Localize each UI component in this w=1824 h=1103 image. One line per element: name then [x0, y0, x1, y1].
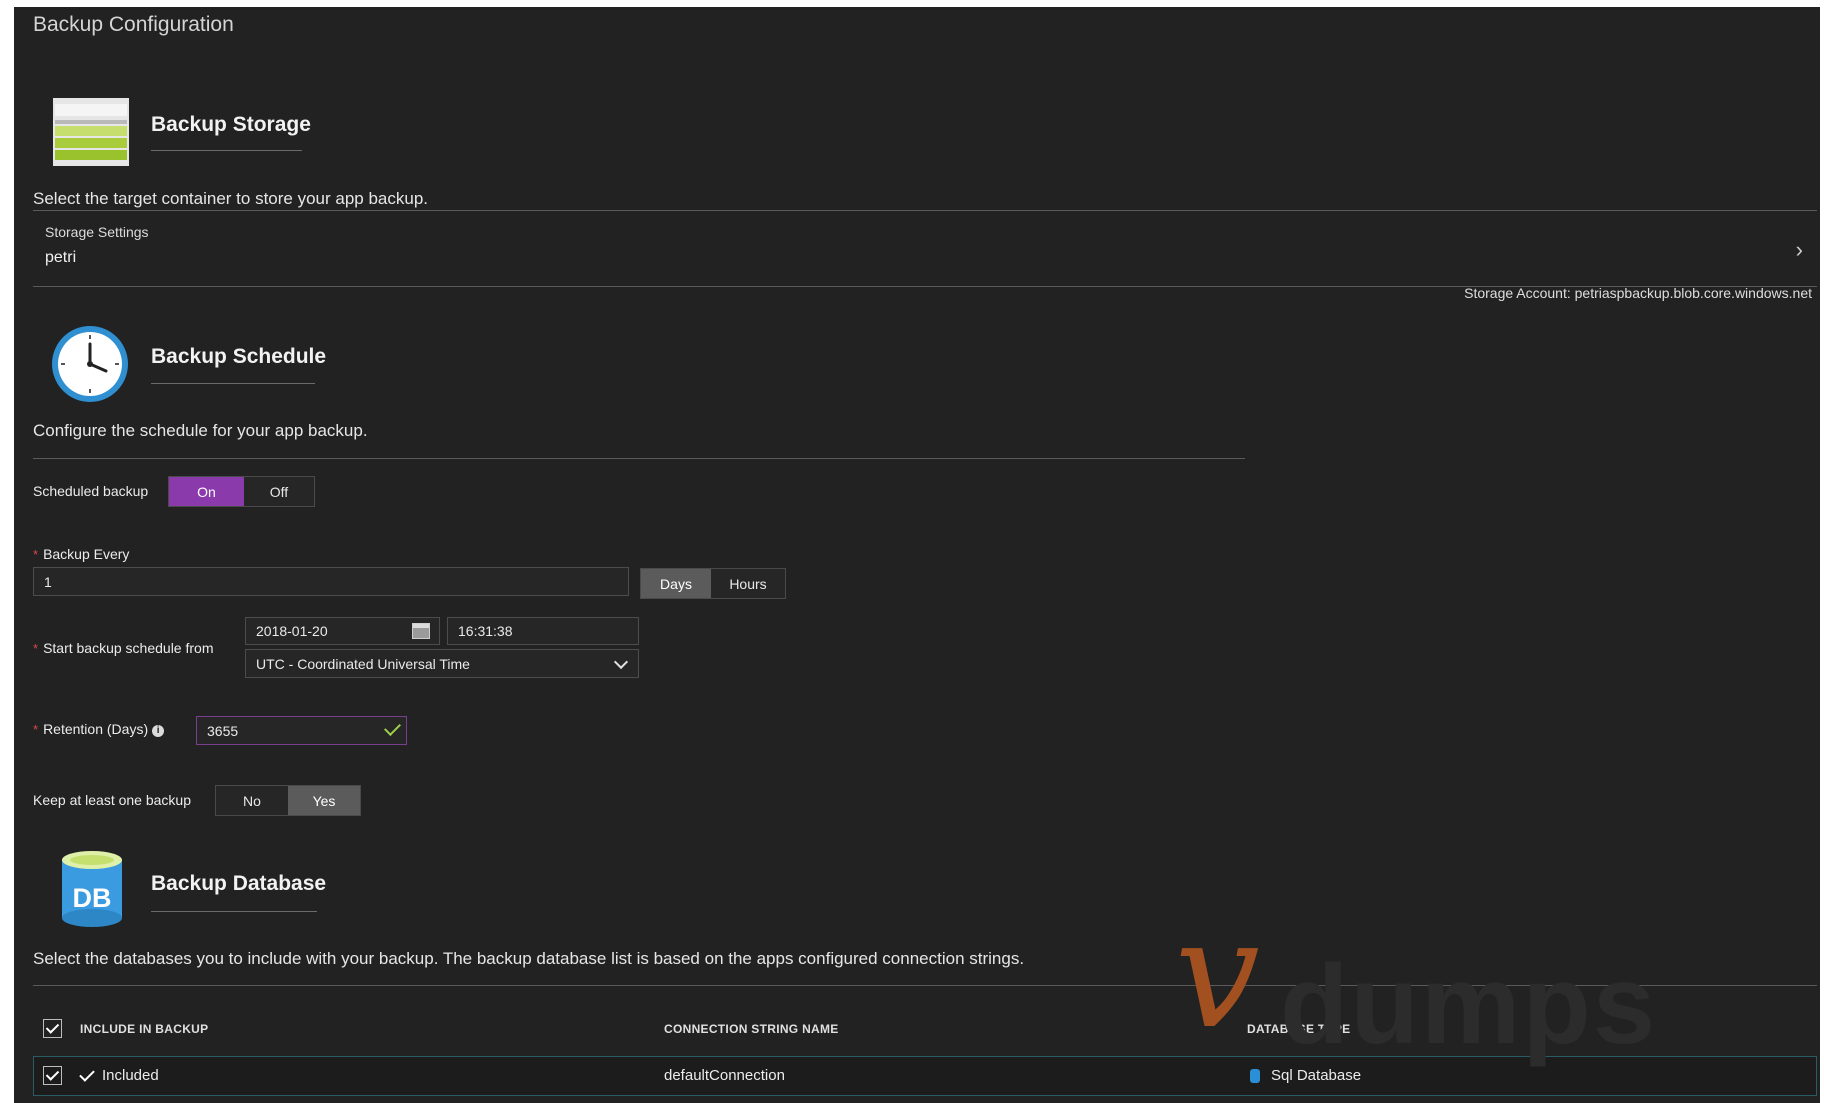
- schedule-divider: [33, 458, 1245, 459]
- unit-days-option[interactable]: Days: [641, 569, 711, 598]
- schedule-description: Configure the schedule for your app back…: [33, 421, 368, 440]
- chevron-right-icon[interactable]: ›: [1796, 237, 1803, 263]
- validation-checkmark-icon: [384, 719, 401, 736]
- database-icon: DB: [62, 850, 122, 928]
- row-database-type: Sql Database: [1271, 1067, 1362, 1084]
- database-title-underline: [151, 911, 317, 912]
- storage-title-underline: [151, 150, 302, 151]
- keep-one-backup-toggle: No Yes: [215, 785, 361, 816]
- storage-description: Select the target container to store you…: [33, 189, 429, 208]
- scheduled-off-option[interactable]: Off: [244, 477, 314, 506]
- retention-label-text: Retention (Days): [43, 721, 149, 737]
- database-icon-label: DB: [72, 883, 112, 913]
- row-connection-name: defaultConnection: [664, 1067, 785, 1084]
- keep-one-backup-label: Keep at least one backup: [33, 792, 192, 808]
- keep-no-option[interactable]: No: [216, 786, 288, 815]
- backup-every-label-text: Backup Every: [43, 546, 130, 562]
- calendar-icon[interactable]: [412, 623, 430, 639]
- watermark-logo-text: dumps: [1280, 942, 1658, 1067]
- database-section-title: Backup Database: [151, 872, 327, 895]
- scheduled-backup-label: Scheduled backup: [33, 483, 149, 499]
- included-checkmark-icon: [79, 1066, 95, 1082]
- backup-every-input[interactable]: 1: [33, 567, 629, 596]
- unit-hours-option[interactable]: Hours: [711, 569, 785, 598]
- storage-account-text: Storage Account: petriaspbackup.blob.cor…: [1464, 285, 1812, 301]
- backup-unit-toggle: Days Hours: [640, 568, 786, 599]
- watermark-logo-letter: v: [1175, 888, 1260, 1062]
- schedule-section-title: Backup Schedule: [151, 345, 327, 368]
- start-schedule-label: * Start backup schedule from: [33, 640, 214, 656]
- page-title: Backup Configuration: [33, 13, 234, 36]
- info-icon[interactable]: i: [152, 724, 165, 737]
- chevron-down-icon: [613, 654, 629, 670]
- retention-value: 3655: [207, 722, 239, 739]
- storage-settings-label: Storage Settings: [45, 224, 149, 240]
- screenshot-frame-top: [0, 0, 1824, 7]
- keep-yes-option[interactable]: Yes: [288, 786, 360, 815]
- scheduled-backup-toggle: On Off: [168, 476, 315, 507]
- database-description: Select the databases you to include with…: [33, 949, 1025, 968]
- backup-every-label: * Backup Every: [33, 546, 130, 562]
- storage-section-title: Backup Storage: [151, 113, 311, 136]
- sql-database-icon: [1250, 1069, 1260, 1083]
- column-connection-string: CONNECTION STRING NAME: [664, 1022, 839, 1036]
- storage-settings-row[interactable]: Storage Settings petri ›: [33, 211, 1817, 286]
- timezone-value: UTC - Coordinated Universal Time: [256, 655, 470, 672]
- start-date-value: 2018-01-20: [256, 623, 328, 639]
- start-date-input[interactable]: 2018-01-20: [245, 617, 440, 645]
- screenshot-frame-right: [1820, 0, 1824, 1103]
- backup-configuration-blade: [14, 7, 1820, 1103]
- start-time-input[interactable]: 16:31:38: [447, 617, 639, 645]
- retention-label: * Retention (Days) i: [33, 721, 165, 737]
- storage-settings-value: petri: [45, 249, 77, 266]
- screenshot-frame-left: [0, 0, 14, 1103]
- clock-icon: [50, 324, 130, 404]
- start-schedule-label-text: Start backup schedule from: [43, 640, 214, 656]
- scheduled-on-option[interactable]: On: [169, 477, 244, 506]
- column-include: INCLUDE IN BACKUP: [80, 1022, 209, 1036]
- row-included-status: Included: [102, 1067, 159, 1084]
- retention-input[interactable]: 3655: [196, 716, 407, 745]
- timezone-select[interactable]: UTC - Coordinated Universal Time: [245, 649, 639, 678]
- storage-icon: [53, 98, 129, 170]
- row-include-checkbox[interactable]: [43, 1066, 62, 1085]
- schedule-title-underline: [151, 383, 315, 384]
- select-all-checkbox[interactable]: [43, 1019, 62, 1038]
